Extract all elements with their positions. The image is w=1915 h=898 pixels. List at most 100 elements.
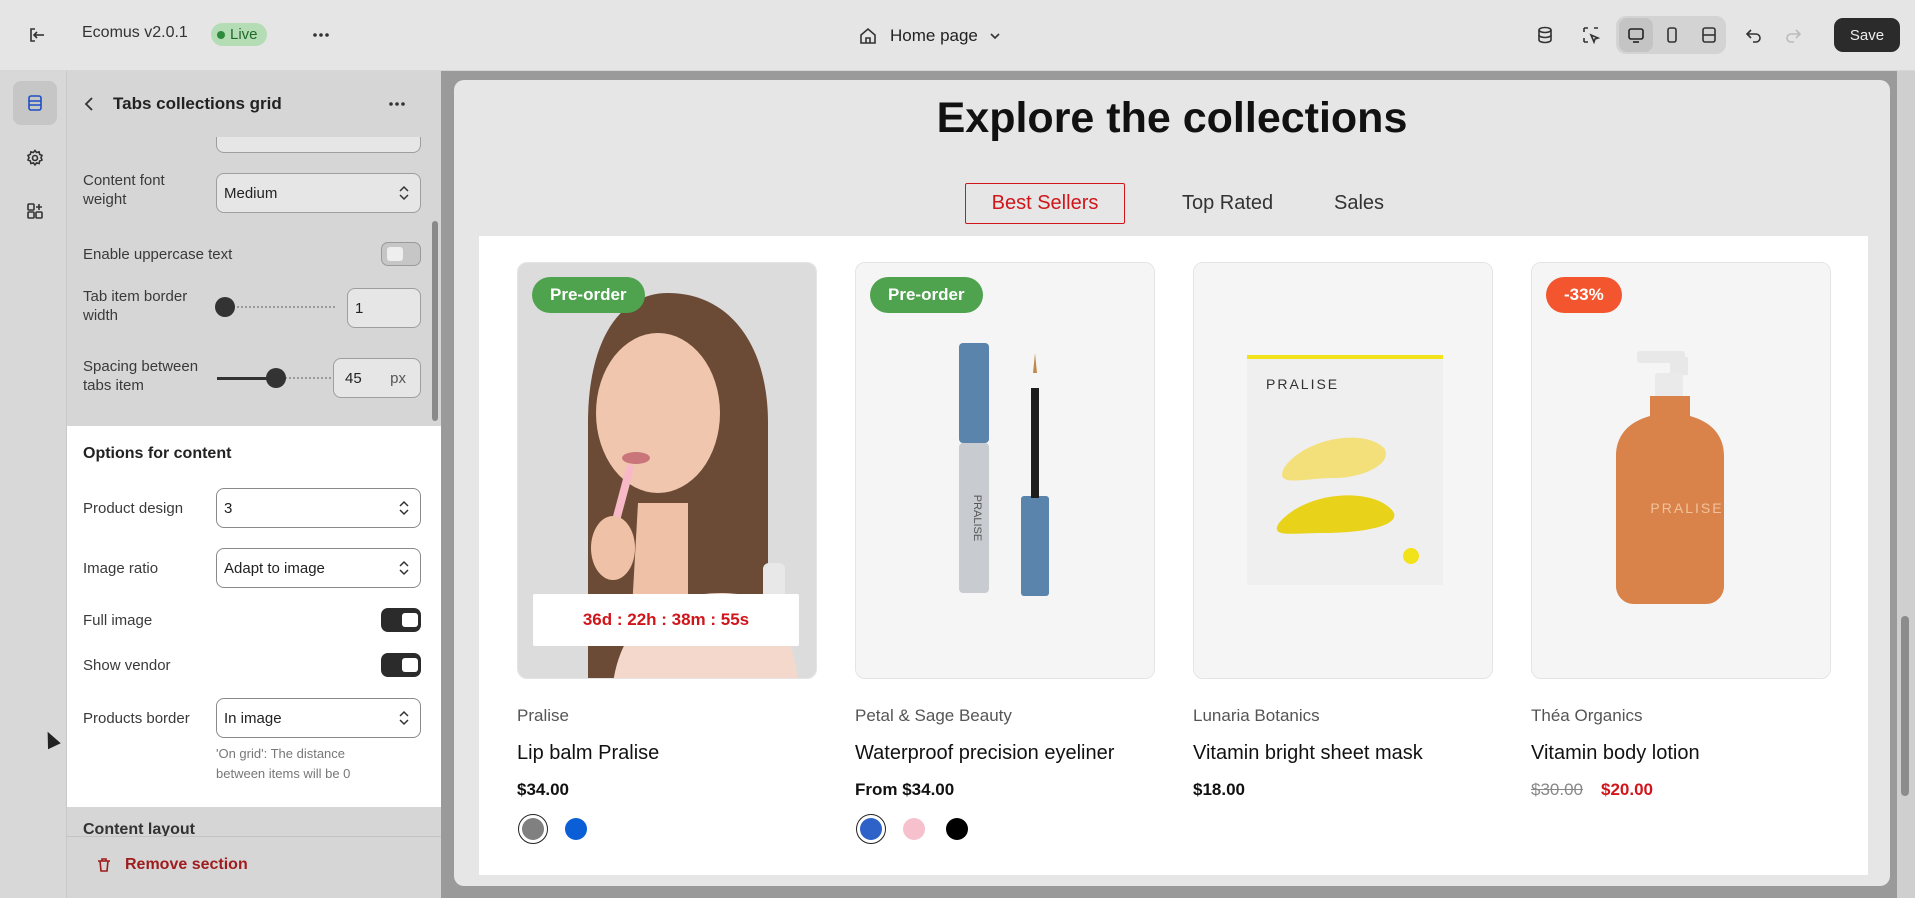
trash-icon bbox=[98, 858, 110, 872]
options-heading: Options for content bbox=[83, 445, 232, 462]
spacing-value: 45 bbox=[345, 369, 362, 387]
left-rail bbox=[0, 71, 67, 898]
swatch-pink[interactable] bbox=[899, 814, 929, 844]
swatch-black[interactable] bbox=[942, 814, 972, 844]
undo-icon[interactable] bbox=[1737, 18, 1771, 52]
border-width-input[interactable]: 1 bbox=[347, 288, 421, 328]
panel-title: Tabs collections grid bbox=[113, 94, 282, 113]
swatch-blue[interactable] bbox=[856, 814, 886, 844]
status-badge: Live bbox=[211, 23, 267, 46]
content-font-weight-select[interactable]: Medium bbox=[216, 173, 421, 213]
options-for-content-section: Options for content Product design 3 Ima… bbox=[67, 426, 441, 807]
fullscreen-icon[interactable] bbox=[1692, 18, 1726, 52]
image-ratio-select[interactable]: Adapt to image bbox=[216, 548, 421, 588]
mouse-cursor-icon bbox=[41, 728, 61, 750]
cut-off-select[interactable] bbox=[216, 137, 421, 153]
product-image-eyeliner: PRALISE bbox=[856, 263, 1154, 678]
panel-header: Tabs collections grid bbox=[67, 71, 441, 137]
app-name: Ecomus v2.0.1 bbox=[82, 24, 188, 41]
back-chevron-icon[interactable] bbox=[73, 87, 107, 121]
show-vendor-toggle[interactable] bbox=[381, 653, 421, 677]
product-name[interactable]: Lip balm Pralise bbox=[517, 742, 659, 765]
content-font-weight-label: Content font weight bbox=[83, 172, 165, 208]
swatch-dot bbox=[565, 818, 587, 840]
full-image-label: Full image bbox=[83, 612, 153, 629]
inspect-cursor-icon[interactable] bbox=[1574, 18, 1608, 52]
database-icon[interactable] bbox=[1528, 18, 1562, 52]
swatch-gray[interactable] bbox=[518, 814, 548, 844]
image-ratio-value: Adapt to image bbox=[224, 559, 325, 577]
products-border-help: 'On grid': The distance between items wi… bbox=[216, 746, 351, 781]
exit-icon[interactable] bbox=[20, 18, 54, 52]
border-width-value: 1 bbox=[355, 299, 364, 317]
select-chevron-icon bbox=[399, 560, 409, 576]
preorder-badge: Pre-order bbox=[870, 277, 983, 313]
sheet-mask-package-text: PRALISE bbox=[1266, 376, 1339, 392]
select-chevron-icon bbox=[399, 710, 409, 726]
product-name[interactable]: Vitamin body lotion bbox=[1531, 742, 1700, 765]
canvas-scrollbar-thumb[interactable] bbox=[1901, 616, 1909, 796]
swatch-blue[interactable] bbox=[561, 814, 591, 844]
gear-icon[interactable] bbox=[13, 136, 57, 180]
content-font-weight-value: Medium bbox=[224, 184, 278, 202]
product-vendor: Théa Organics bbox=[1531, 706, 1643, 725]
product-card-2[interactable]: PRALISE Pre-order bbox=[855, 262, 1155, 679]
remove-section-button[interactable]: Remove section bbox=[95, 856, 248, 874]
product-price: $18.00 bbox=[1193, 780, 1245, 799]
product-name[interactable]: Waterproof precision eyeliner bbox=[855, 742, 1114, 765]
select-chevron-icon bbox=[399, 185, 409, 201]
uppercase-toggle[interactable] bbox=[381, 242, 421, 266]
image-ratio-label: Image ratio bbox=[83, 560, 159, 577]
tab-sales[interactable]: Sales bbox=[1334, 192, 1384, 215]
spacing-input[interactable]: 45 px bbox=[333, 358, 421, 398]
border-width-slider-handle[interactable] bbox=[215, 297, 235, 317]
product-sale-price: $20.00 bbox=[1601, 780, 1653, 799]
lotion-bottle-text: PRALISE bbox=[1650, 500, 1723, 516]
product-name[interactable]: Vitamin bright sheet mask bbox=[1193, 742, 1423, 765]
desktop-icon[interactable] bbox=[1619, 18, 1653, 52]
product-card-1[interactable]: Pre-order 36d : 22h : 38m : 55s bbox=[517, 262, 817, 679]
panel-more-icon[interactable] bbox=[380, 87, 414, 121]
product-design-select[interactable]: 3 bbox=[216, 488, 421, 528]
full-image-toggle[interactable] bbox=[381, 608, 421, 632]
product-card-3[interactable]: PRALISE bbox=[1193, 262, 1493, 679]
tab-top-rated[interactable]: Top Rated bbox=[1182, 192, 1273, 215]
save-button[interactable]: Save bbox=[1834, 18, 1900, 52]
spacing-slider-handle[interactable] bbox=[266, 368, 286, 388]
product-image-sheet-mask: PRALISE bbox=[1194, 263, 1492, 678]
products-border-value: In image bbox=[224, 709, 282, 727]
toggle-knob bbox=[387, 247, 403, 261]
product-vendor: Pralise bbox=[517, 706, 569, 725]
apps-icon[interactable] bbox=[13, 189, 57, 233]
svg-text:PRALISE: PRALISE bbox=[971, 495, 983, 541]
toggle-knob bbox=[402, 613, 418, 627]
product-design-label: Product design bbox=[83, 500, 184, 517]
status-badge-label: Live bbox=[230, 26, 258, 43]
panel-footer: Remove section bbox=[67, 836, 441, 898]
product-price: From $34.00 bbox=[855, 780, 955, 799]
discount-badge: -33% bbox=[1546, 277, 1622, 313]
product-price: $34.00 bbox=[517, 780, 569, 799]
tab-best-sellers[interactable]: Best Sellers bbox=[965, 183, 1125, 224]
page-selector[interactable]: Home page bbox=[858, 20, 1002, 52]
spacing-unit: px bbox=[390, 369, 406, 387]
more-menu-icon[interactable] bbox=[304, 18, 338, 52]
canvas-scrollbar[interactable] bbox=[1897, 71, 1915, 898]
products-border-select[interactable]: In image bbox=[216, 698, 421, 738]
preorder-badge: Pre-order bbox=[532, 277, 645, 313]
uppercase-label: Enable uppercase text bbox=[83, 246, 233, 263]
redo-icon[interactable] bbox=[1776, 18, 1810, 52]
mobile-icon[interactable] bbox=[1655, 18, 1689, 52]
section-heading: Explore the collections bbox=[936, 94, 1408, 142]
swatch-dot bbox=[946, 818, 968, 840]
toggle-knob bbox=[402, 658, 418, 672]
chevron-down-icon bbox=[990, 33, 1000, 40]
top-bar: Ecomus v2.0.1 Live Home page Save bbox=[0, 0, 1915, 71]
product-card-4[interactable]: PRALISE -33% bbox=[1531, 262, 1831, 679]
show-vendor-label: Show vendor bbox=[83, 657, 171, 674]
border-width-label: Tab item border width bbox=[83, 288, 188, 324]
countdown-timer: 36d : 22h : 38m : 55s bbox=[533, 594, 799, 646]
product-vendor: Lunaria Botanics bbox=[1193, 706, 1320, 725]
panel-scrollbar[interactable] bbox=[432, 221, 438, 421]
sections-icon[interactable] bbox=[13, 81, 57, 125]
